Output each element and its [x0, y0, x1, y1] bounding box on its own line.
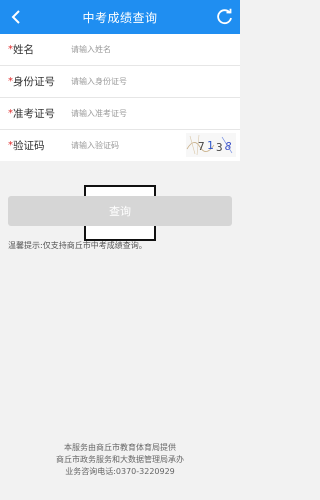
name-row: * 姓名: [0, 34, 240, 66]
query-form: * 姓名 * 身份证号 * 准考证号 * 验证码 7 1 3 8: [0, 34, 240, 161]
captcha-image[interactable]: 7 1 3 8: [186, 133, 236, 157]
tip-text: 温馨提示:仅支持商丘市中考成绩查询。: [8, 241, 147, 250]
exam-number-input[interactable]: [71, 103, 171, 124]
captcha-label: 验证码: [13, 140, 45, 152]
name-label: 姓名: [13, 44, 34, 56]
footer-phone: 业务咨询电话:0370-3220929: [65, 467, 175, 476]
app-header: 中考成绩查询: [0, 0, 240, 34]
exam-number-row: * 准考证号: [0, 98, 240, 130]
footer-provider: 本服务由商丘市教育体育局提供: [64, 443, 176, 452]
id-number-input[interactable]: [71, 71, 171, 92]
back-arrow-icon[interactable]: [8, 9, 24, 25]
captcha-char: 1: [207, 139, 214, 152]
captcha-input[interactable]: [71, 135, 171, 156]
captcha-row: * 验证码 7 1 3 8: [0, 130, 240, 161]
refresh-icon[interactable]: [216, 8, 234, 26]
query-button[interactable]: 查询: [8, 196, 232, 226]
captcha-char: 3: [216, 141, 223, 154]
footer-operator: 商丘市政务服务和大数据管理局承办: [56, 455, 184, 464]
page-title: 中考成绩查询: [82, 10, 158, 25]
id-number-row: * 身份证号: [0, 66, 240, 98]
captcha-char: 7: [198, 140, 205, 153]
id-number-label: 身份证号: [13, 76, 55, 88]
exam-number-label: 准考证号: [13, 108, 55, 120]
name-input[interactable]: [71, 39, 171, 60]
footer: 本服务由商丘市教育体育局提供 商丘市政务服务和大数据管理局承办 业务咨询电话:0…: [0, 442, 240, 478]
